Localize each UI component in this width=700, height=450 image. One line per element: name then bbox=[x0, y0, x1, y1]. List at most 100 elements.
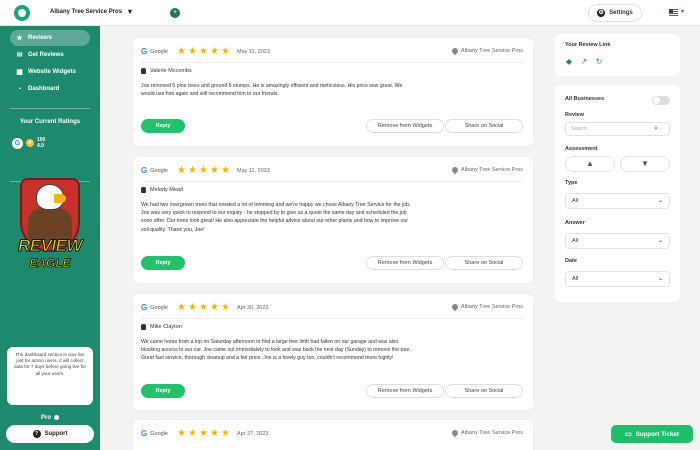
pro-label: Pro bbox=[0, 415, 100, 421]
assessment-label: Assessment bbox=[565, 146, 598, 152]
reply-button[interactable]: Reply bbox=[141, 119, 185, 133]
review-date: Apr 30, 2023 bbox=[236, 304, 269, 311]
business-name: Albany Tree Service Pros bbox=[50, 8, 123, 15]
review-business: Albany Tree Service Pros bbox=[460, 48, 523, 54]
star-icon: ★ bbox=[220, 46, 230, 57]
pie-icon: ◔ bbox=[17, 85, 22, 93]
thumbs-down-icon: ▼ bbox=[641, 159, 649, 168]
google-icon: G bbox=[12, 137, 23, 149]
business-selector[interactable]: Albany Tree Service Pros ▾ bbox=[50, 7, 132, 16]
review-source: Google bbox=[150, 48, 168, 55]
logo-text-review: REVIEW bbox=[17, 236, 83, 256]
review-text: Joe removed 5 pine trees and ground 6 st… bbox=[141, 83, 403, 98]
share-link-icon[interactable]: ↗ bbox=[580, 58, 588, 66]
star-icon: ★ bbox=[187, 302, 197, 313]
star-icon: ★ bbox=[187, 165, 197, 176]
date-select[interactable]: All ⌄ bbox=[565, 271, 670, 287]
pro-indicator-icon bbox=[54, 415, 59, 420]
answer-value: All bbox=[572, 238, 579, 244]
card-divider bbox=[141, 181, 525, 182]
sidebar-item-get-reviews[interactable]: ✉ Get Reviews bbox=[10, 47, 90, 63]
review-card: G Google ★ ★ ★ ★ ★ Apr 27, 2023 Albany Tree … bbox=[133, 420, 533, 450]
grid-icon: ▦ bbox=[16, 68, 23, 76]
review-card: G Google ★ ★ ★ ★ ★ May 11, 2023 Albany Tree … bbox=[133, 157, 533, 283]
location-pin-icon bbox=[450, 165, 460, 175]
ratings-title: Your Current Ratings bbox=[19, 119, 81, 125]
reviewer-name: Valerie Mccombs bbox=[150, 68, 192, 74]
remove-from-widgets-button[interactable]: Remove from Widgets bbox=[366, 256, 444, 270]
answer-select[interactable]: All ⌄ bbox=[565, 233, 670, 249]
star-icon: ★ bbox=[176, 46, 186, 57]
star-rating: ★ ★ ★ ★ ★ bbox=[176, 46, 230, 57]
star-icon: ★ bbox=[209, 302, 219, 313]
open-link-icon[interactable]: ↻ bbox=[595, 58, 603, 66]
star-icon: ★ bbox=[176, 165, 186, 176]
star-icon: ★ bbox=[209, 165, 219, 176]
us-flag-icon[interactable] bbox=[669, 9, 678, 16]
app-logo-icon[interactable] bbox=[14, 5, 30, 21]
dashboard-notice: The dashboard section is now live just f… bbox=[7, 347, 93, 405]
add-business-button[interactable]: + bbox=[170, 8, 180, 18]
reply-button[interactable]: Reply bbox=[141, 256, 185, 270]
review-date: May 11, 2023 bbox=[236, 48, 270, 55]
location-pin-icon bbox=[450, 46, 460, 56]
copy-link-icon[interactable]: ◆ bbox=[565, 58, 573, 66]
sidebar-item-label: Get Reviews bbox=[28, 52, 64, 58]
star-icon: ★ bbox=[220, 165, 230, 176]
thumbs-up-filter-button[interactable]: ▲ bbox=[565, 156, 615, 172]
reviewer-name: Melody Mead bbox=[150, 187, 184, 193]
review-business: Albany Tree Service Pros bbox=[460, 167, 523, 173]
google-icon: G bbox=[141, 166, 148, 175]
google-icon: G bbox=[141, 429, 148, 438]
sidebar-item-label: Website Widgets bbox=[28, 69, 76, 75]
review-business: Albany Tree Service Pros bbox=[460, 430, 523, 436]
reply-button[interactable]: Reply bbox=[141, 384, 185, 398]
chat-icon: ▭ bbox=[625, 431, 632, 438]
sidebar-item-label: Reviews bbox=[28, 35, 53, 41]
sidebar-item-reviews[interactable]: ★ Reviews bbox=[10, 30, 90, 46]
support-label: Support bbox=[44, 431, 68, 437]
review-source: Google bbox=[150, 304, 168, 311]
sidebar-item-label: Dashboard bbox=[28, 86, 60, 92]
support-icon: ? bbox=[32, 430, 41, 438]
support-ticket-button[interactable]: ▭ Support Ticket bbox=[611, 425, 693, 443]
share-on-social-button[interactable]: Share on Social bbox=[445, 384, 523, 398]
google-icon: G bbox=[141, 303, 148, 312]
average-rating: 4.9 bbox=[37, 143, 44, 149]
type-value: All bbox=[572, 198, 579, 204]
review-source: Google bbox=[150, 430, 168, 437]
support-button[interactable]: ? Support bbox=[6, 425, 94, 443]
user-icon bbox=[141, 324, 146, 330]
review-filter-label: Review bbox=[565, 112, 584, 118]
share-on-social-button[interactable]: Share on Social bbox=[445, 256, 523, 270]
chevron-down-icon: ▾ bbox=[128, 7, 133, 16]
date-label: Date bbox=[565, 258, 577, 264]
review-date: May 11, 2023 bbox=[236, 167, 270, 174]
sidebar-item-website-widgets[interactable]: ▦ Website Widgets bbox=[10, 64, 90, 80]
review-business: Albany Tree Service Pros bbox=[460, 304, 523, 310]
send-icon: ✉ bbox=[16, 51, 23, 59]
search-icon[interactable]: ⌕ bbox=[654, 125, 658, 133]
card-divider bbox=[141, 318, 525, 319]
star-icon: ★ bbox=[176, 302, 186, 313]
reviewer-name: Mike Clayton bbox=[150, 324, 182, 330]
remove-from-widgets-button[interactable]: Remove from Widgets bbox=[366, 384, 444, 398]
google-rating-summary: G ★ 100 4.9 bbox=[12, 137, 45, 149]
settings-button[interactable]: ⚙ Settings bbox=[588, 4, 642, 22]
language-chevron-icon[interactable]: ▾ bbox=[681, 8, 684, 15]
star-icon: ★ bbox=[220, 428, 230, 439]
all-businesses-toggle[interactable] bbox=[652, 96, 670, 105]
star-icon: ★ bbox=[26, 139, 34, 147]
sidebar-item-dashboard[interactable]: ◔ Dashboard bbox=[10, 81, 90, 97]
top-bar: Albany Tree Service Pros ▾ + ⚙ Settings … bbox=[0, 0, 700, 26]
logo-text-eagle: EAGLE bbox=[29, 256, 71, 271]
star-icon: ★ bbox=[209, 46, 219, 57]
sidebar-divider bbox=[10, 108, 90, 109]
type-select[interactable]: All ⌄ bbox=[565, 193, 670, 209]
share-on-social-button[interactable]: Share on Social bbox=[445, 119, 523, 133]
review-link-panel: Your Review Link ◆ ↗ ↻ bbox=[555, 34, 680, 76]
gear-icon: ⚙ bbox=[597, 9, 606, 17]
thumbs-down-filter-button[interactable]: ▼ bbox=[620, 156, 670, 172]
remove-from-widgets-button[interactable]: Remove from Widgets bbox=[366, 119, 444, 133]
review-link-title: Your Review Link bbox=[565, 42, 611, 48]
